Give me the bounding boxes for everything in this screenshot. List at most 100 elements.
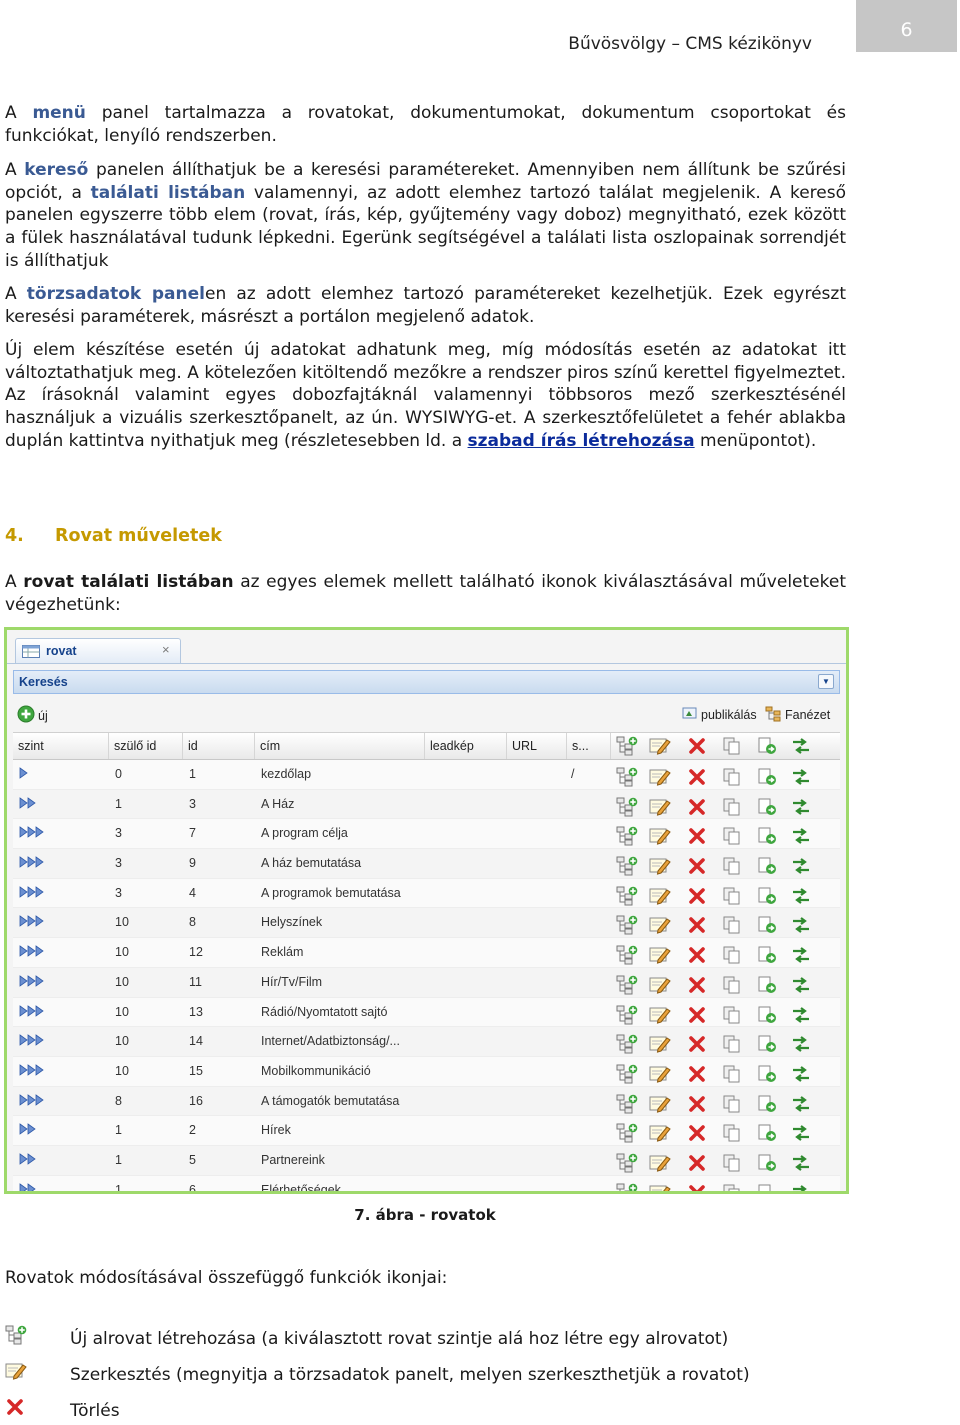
add-subcategory-icon[interactable] (616, 1034, 638, 1057)
delete-icon[interactable] (687, 1183, 707, 1191)
edit-icon[interactable] (649, 826, 671, 849)
copy-icon[interactable] (722, 1064, 742, 1087)
column-header-parent-id[interactable]: szülő id (109, 733, 183, 759)
delete-icon[interactable] (687, 1153, 707, 1176)
copy-icon[interactable] (722, 1005, 742, 1028)
copy-icon[interactable] (722, 886, 742, 909)
move-icon[interactable] (757, 856, 777, 879)
add-subcategory-icon[interactable] (616, 1123, 638, 1146)
new-button[interactable]: új (17, 705, 48, 723)
edit-icon[interactable] (649, 856, 671, 879)
move-icon[interactable] (757, 945, 777, 968)
copy-icon[interactable] (722, 1153, 742, 1176)
reorder-icon[interactable] (791, 945, 811, 968)
add-subcategory-icon[interactable] (616, 1005, 638, 1028)
add-subcategory-icon[interactable] (616, 797, 638, 820)
reorder-icon[interactable] (791, 975, 811, 998)
delete-icon[interactable] (687, 1005, 707, 1028)
add-subcategory-icon[interactable] (616, 826, 638, 849)
delete-icon[interactable] (687, 856, 707, 879)
move-icon[interactable] (757, 1123, 777, 1146)
add-subcategory-icon[interactable] (616, 945, 638, 968)
delete-icon[interactable] (687, 975, 707, 998)
add-subcategory-icon[interactable] (616, 856, 638, 879)
delete-icon[interactable] (687, 1123, 707, 1146)
edit-icon[interactable] (649, 1123, 671, 1146)
table-row[interactable]: 10 12 Reklám (13, 938, 840, 968)
move-icon[interactable] (757, 1094, 777, 1117)
move-icon[interactable] (757, 1005, 777, 1028)
table-row[interactable]: 10 11 Hír/Tv/Film (13, 968, 840, 998)
edit-icon[interactable] (649, 1153, 671, 1176)
copy-icon[interactable] (722, 1123, 742, 1146)
move-icon[interactable] (757, 975, 777, 998)
reorder-icon[interactable] (791, 767, 811, 790)
edit-icon[interactable] (649, 1183, 671, 1191)
reorder-icon[interactable] (791, 886, 811, 909)
edit-icon[interactable] (649, 797, 671, 820)
tree-view-button[interactable]: Fanézet (765, 705, 830, 722)
copy-icon[interactable] (722, 975, 742, 998)
edit-icon[interactable] (649, 886, 671, 909)
table-row[interactable]: 10 8 Helyszínek (13, 908, 840, 939)
reorder-icon[interactable] (791, 826, 811, 849)
table-row[interactable]: 3 4 A programok bemutatása (13, 878, 840, 909)
search-panel-header[interactable]: Keresés ▼ (13, 670, 840, 694)
table-row[interactable]: 0 1 kezdőlap / (13, 760, 840, 790)
table-row[interactable]: 3 7 A program célja (13, 819, 840, 850)
move-icon[interactable] (757, 1064, 777, 1087)
copy-icon[interactable] (722, 797, 742, 820)
add-subcategory-icon[interactable] (616, 975, 638, 998)
reorder-icon[interactable] (791, 1034, 811, 1057)
reorder-icon[interactable] (791, 856, 811, 879)
edit-icon[interactable] (649, 975, 671, 998)
table-row[interactable]: 1 6 Elérhetőségek (13, 1175, 840, 1191)
reorder-icon[interactable] (791, 1123, 811, 1146)
copy-icon[interactable] (722, 826, 742, 849)
reorder-icon[interactable] (791, 1005, 811, 1028)
add-subcategory-icon[interactable] (616, 886, 638, 909)
table-row[interactable]: 10 13 Rádió/Nyomtatott sajtó (13, 997, 840, 1028)
delete-icon[interactable] (687, 1034, 707, 1057)
delete-icon[interactable] (687, 886, 707, 909)
column-header-leadkep[interactable]: leadkép (425, 733, 507, 759)
table-row[interactable]: 3 9 A ház bemutatása (13, 849, 840, 879)
column-header-s[interactable]: s... (567, 733, 611, 759)
move-icon[interactable] (757, 767, 777, 790)
move-icon[interactable] (757, 1034, 777, 1057)
reorder-icon[interactable] (791, 1064, 811, 1087)
reorder-icon[interactable] (791, 1153, 811, 1176)
move-icon[interactable] (757, 1183, 777, 1191)
move-icon[interactable] (757, 826, 777, 849)
close-icon[interactable]: × (162, 642, 170, 657)
link-szabad-iras[interactable]: szabad írás létrehozása (468, 431, 695, 451)
delete-icon[interactable] (687, 797, 707, 820)
delete-icon[interactable] (687, 1094, 707, 1117)
move-icon[interactable] (757, 1153, 777, 1176)
table-row[interactable]: 10 15 Mobilkommunikáció (13, 1056, 840, 1087)
move-icon[interactable] (757, 915, 777, 938)
add-subcategory-icon[interactable] (616, 1064, 638, 1087)
table-row[interactable]: 8 16 A támogatók bemutatása (13, 1087, 840, 1117)
table-row[interactable]: 1 3 A Ház (13, 790, 840, 820)
copy-icon[interactable] (722, 915, 742, 938)
add-subcategory-icon[interactable] (616, 1183, 638, 1191)
edit-icon[interactable] (649, 945, 671, 968)
edit-icon[interactable] (649, 1064, 671, 1087)
tab-rovat[interactable]: rovat × (15, 638, 181, 664)
add-subcategory-icon[interactable] (616, 1094, 638, 1117)
reorder-icon[interactable] (791, 915, 811, 938)
copy-icon[interactable] (722, 767, 742, 790)
copy-icon[interactable] (722, 945, 742, 968)
edit-icon[interactable] (649, 767, 671, 790)
add-subcategory-icon[interactable] (616, 915, 638, 938)
move-icon[interactable] (757, 886, 777, 909)
copy-icon[interactable] (722, 1183, 742, 1191)
column-header-id[interactable]: id (183, 733, 255, 759)
delete-icon[interactable] (687, 915, 707, 938)
reorder-icon[interactable] (791, 797, 811, 820)
reorder-icon[interactable] (791, 1183, 811, 1191)
column-header-name[interactable]: cím (255, 733, 425, 759)
chevron-down-icon[interactable]: ▼ (818, 674, 834, 689)
table-row[interactable]: 1 5 Partnereink (13, 1146, 840, 1176)
